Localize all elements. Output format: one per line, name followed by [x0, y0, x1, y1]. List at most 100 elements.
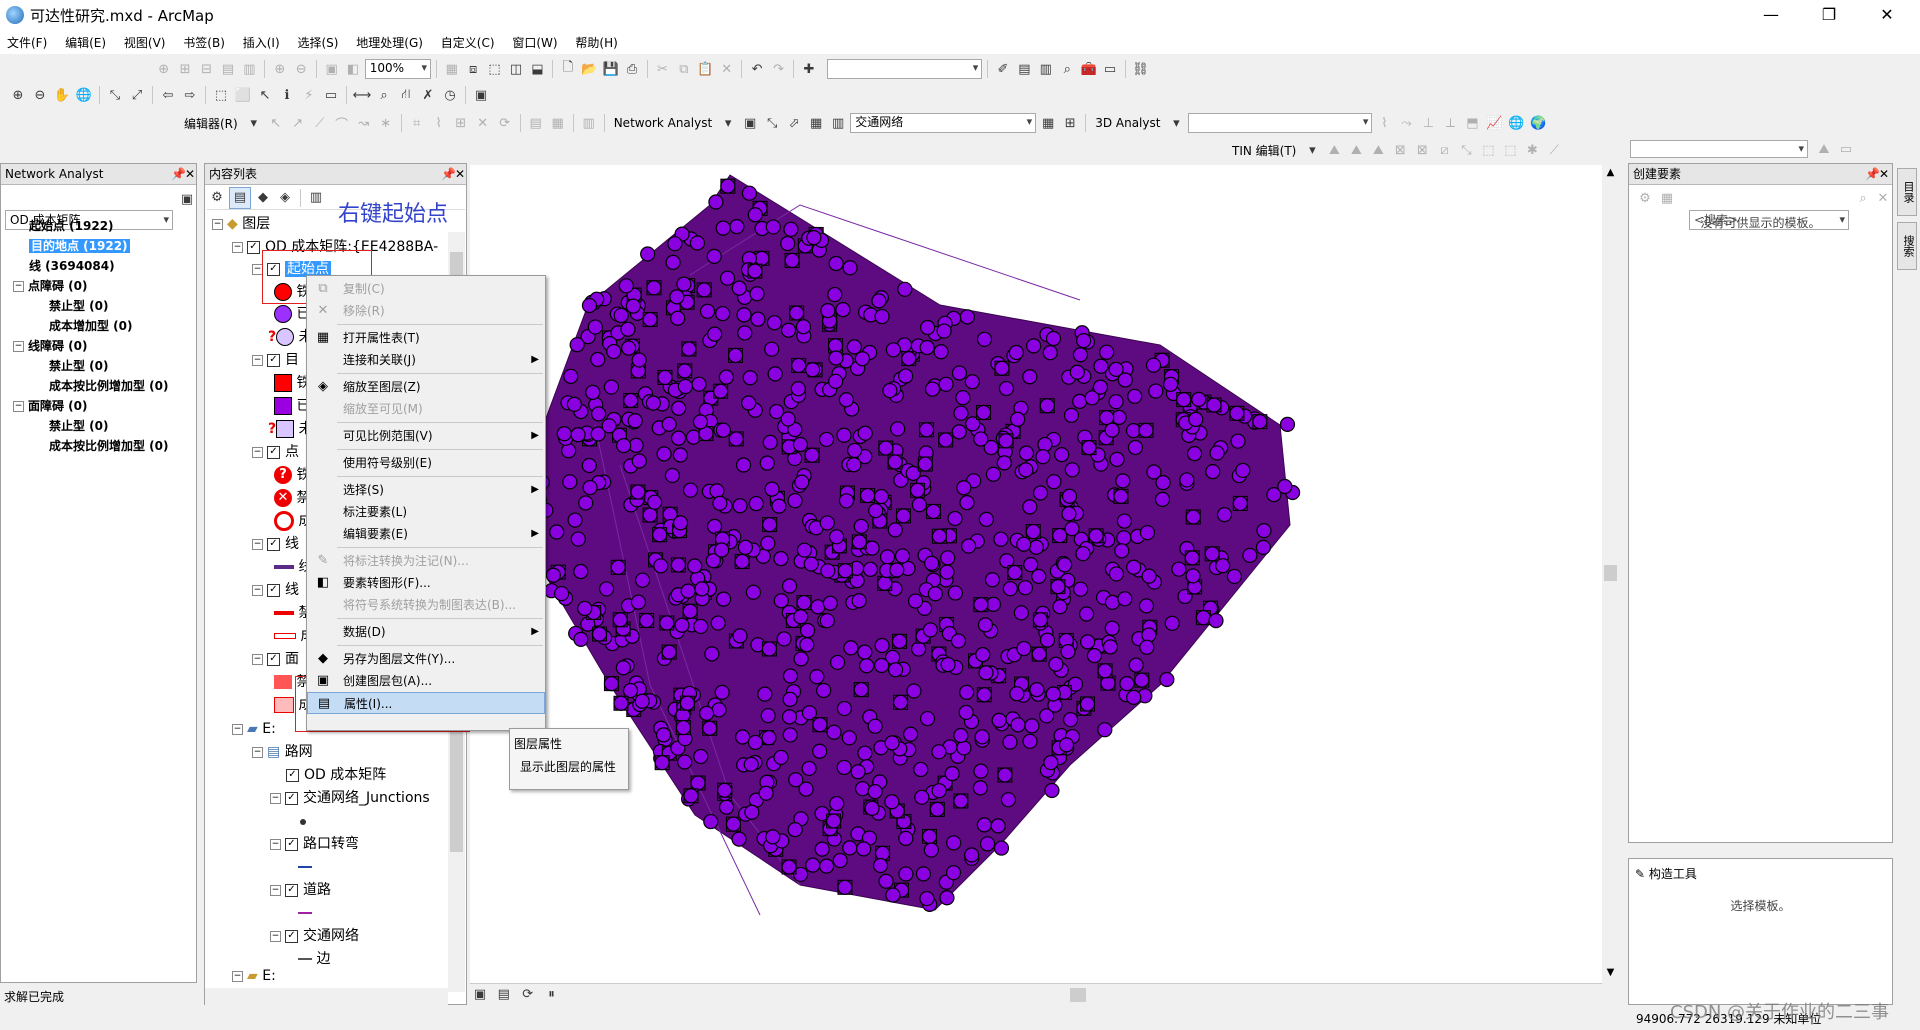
zoom-page-in-icon[interactable]: ⊕ — [270, 59, 289, 79]
menu-item-4[interactable]: 连接和关联(J) ▶ — [307, 349, 545, 371]
full-extent-icon[interactable]: 🌐 — [74, 85, 94, 105]
measure-icon[interactable]: ⟷ — [352, 85, 372, 105]
na-directions-icon[interactable]: ▥ — [828, 113, 848, 133]
html-popup-icon[interactable]: ▭ — [321, 85, 341, 105]
3d-dropdown-icon[interactable]: ▾ — [1166, 113, 1186, 133]
goto-xy-icon[interactable]: ✗ — [418, 85, 438, 105]
menu-item-11[interactable]: 编辑要素(E) ▶ — [307, 523, 545, 545]
tin-swap-icon[interactable]: ⧄ — [1434, 140, 1454, 160]
editor-menu[interactable]: 编辑器(R) — [180, 115, 242, 132]
na-item-scaled-cost[interactable]: 成本按比例增加型 (0) — [5, 376, 193, 396]
network-analyst-menu[interactable]: Network Analyst — [610, 116, 716, 130]
arcglobe-icon[interactable]: 🌍 — [1528, 113, 1548, 133]
catalog-window-icon[interactable]: ▥ — [1036, 59, 1055, 79]
menu-file[interactable]: 文件(F) — [0, 30, 54, 55]
paste-icon[interactable]: 📋 — [696, 59, 715, 79]
toc-child-roads[interactable]: − ✓ 道路 — [270, 879, 331, 901]
list-by-source-icon[interactable]: ▤ — [229, 186, 251, 209]
na-properties-icon[interactable]: ▣ — [177, 189, 197, 209]
python-window-icon[interactable]: ▭ — [1100, 59, 1119, 79]
menu-item-6[interactable]: 缩放至可见(M) — [307, 398, 545, 420]
refresh-icon[interactable]: ⟳ — [518, 984, 538, 1004]
edit-tool-icon[interactable]: ↖ — [266, 113, 286, 133]
fixed-zoom-out-icon[interactable]: ⤢ — [127, 85, 147, 105]
menu-item-2[interactable]: ✕ 移除(R) — [307, 300, 545, 322]
add-data-icon[interactable]: ✚ — [799, 59, 818, 79]
data-view-icon[interactable]: ▣ — [470, 984, 490, 1004]
menu-customize[interactable]: 自定义(C) — [434, 30, 502, 55]
pin-icon[interactable]: 📌 — [171, 164, 186, 184]
layout-icon[interactable]: ⊟ — [197, 59, 216, 79]
arctoolbox-icon[interactable]: 🧰 — [1079, 59, 1098, 79]
scroll-thumb[interactable] — [1604, 565, 1617, 581]
tin-delete2-icon[interactable]: ⊠ — [1412, 140, 1432, 160]
na-window-icon[interactable]: ▣ — [740, 113, 760, 133]
pan-icon[interactable]: ⊕ — [154, 59, 173, 79]
menu-item-3[interactable]: ▦ 打开属性表(T) — [307, 327, 545, 349]
menu-item-9[interactable]: 选择(S) ▶ — [307, 479, 545, 501]
menu-item-18[interactable]: ▤ 属性(I)... — [307, 692, 545, 714]
menu-item-10[interactable]: 标注要素(L) — [307, 501, 545, 523]
map-vertical-scrollbar[interactable]: ▲ ▼ — [1602, 165, 1619, 983]
point-icon[interactable]: ∗ — [376, 113, 396, 133]
data-driven-icon[interactable]: ◫ — [506, 59, 525, 79]
menu-windows[interactable]: 窗口(W) — [505, 30, 564, 55]
menu-item-5[interactable]: ◈ 缩放至图层(Z) — [307, 376, 545, 398]
toc-dataset-roads[interactable]: − ▤ 路网 — [252, 741, 313, 763]
toc-point-barriers-group[interactable]: − ✓ 点 — [252, 441, 299, 463]
clear-selection-icon[interactable]: ⬜ — [233, 85, 253, 105]
menu-help[interactable]: 帮助(H) — [568, 30, 624, 55]
menu-selection[interactable]: 选择(S) — [290, 30, 345, 55]
network-identify-icon[interactable]: ⊞ — [1060, 113, 1080, 133]
rotate-icon[interactable]: ⟳ — [495, 113, 515, 133]
split-icon[interactable]: ✕ — [473, 113, 493, 133]
menu-item-15[interactable]: 数据(D) ▶ — [307, 621, 545, 643]
cut-polygon-icon[interactable]: ⊞ — [451, 113, 471, 133]
na-close-icon[interactable]: ✕ — [185, 164, 195, 184]
filter-icon[interactable]: ▦ — [1657, 188, 1677, 208]
organize-templates-icon[interactable]: ⚙ — [1635, 188, 1655, 208]
toc-polygon-barriers-group[interactable]: − ✓ 面 — [252, 648, 299, 670]
interpolate-point-icon[interactable]: ⊥ — [1418, 113, 1438, 133]
menu-geoprocessing[interactable]: 地理处理(G) — [349, 30, 430, 55]
identify-icon[interactable]: ℹ — [277, 85, 297, 105]
edit-vertices-icon[interactable]: ⌗ — [407, 113, 427, 133]
copy-tool-icon[interactable]: ⧉ — [674, 59, 693, 79]
create-features-icon[interactable]: ▥ — [579, 113, 599, 133]
page2-icon[interactable]: ▥ — [240, 59, 259, 79]
toc-options-icon[interactable]: ▥ — [306, 188, 326, 208]
full-page-icon[interactable]: ▣ — [322, 59, 341, 79]
close-button[interactable]: ✕ — [1864, 0, 1910, 30]
menu-insert[interactable]: 插入(I) — [236, 30, 287, 55]
maximize-button[interactable]: ❐ — [1806, 0, 1852, 30]
find-route-icon[interactable]: ⛙ — [396, 85, 416, 105]
toc-child-turns[interactable]: − ✓ 路口转弯 — [270, 833, 359, 855]
back-extent-icon[interactable]: ◧ — [343, 59, 362, 79]
grid-icon[interactable]: ⊞ — [175, 59, 194, 79]
na-item-lines[interactable]: 线 (3694084) — [5, 256, 193, 276]
straight-segment-icon[interactable]: ⟋ — [310, 113, 330, 133]
scale-combo[interactable] — [826, 59, 983, 79]
zoom-page-out-icon[interactable]: ⊖ — [292, 59, 311, 79]
menu-view[interactable]: 视图(V) — [117, 30, 173, 55]
na-item-point-barriers[interactable]: − 点障碍 (0) — [5, 276, 193, 296]
na-item-restriction[interactable]: 禁止型 (0) — [5, 356, 193, 376]
toggle-draft-icon[interactable]: ▦ — [442, 59, 461, 79]
solve-icon[interactable]: ▦ — [806, 113, 826, 133]
toc-layers-root[interactable]: − ◆ 图层 — [212, 213, 270, 235]
menu-item-17[interactable]: ▣ 创建图层包(A)... — [307, 670, 545, 692]
collapse-icon[interactable]: − — [13, 281, 24, 292]
zoom-in-icon[interactable]: ⊕ — [8, 85, 28, 105]
fixed-zoom-in-icon[interactable]: ⤡ — [105, 85, 125, 105]
cf-close-icon[interactable]: ✕ — [1879, 164, 1889, 184]
modelbuilder-icon[interactable]: ⛓ — [1131, 59, 1150, 79]
print-icon[interactable]: ⎙ — [622, 59, 641, 79]
zoom-out-icon[interactable]: ⊖ — [30, 85, 50, 105]
collapse-icon[interactable]: − — [13, 401, 24, 412]
sketch-props-icon[interactable]: ▦ — [548, 113, 568, 133]
pin-icon[interactable]: 📌 — [441, 164, 456, 184]
tin-dropdown-icon[interactable]: ▾ — [1302, 140, 1322, 160]
tin-delete-icon[interactable]: ⊠ — [1390, 140, 1410, 160]
forward-icon[interactable]: ⇨ — [180, 85, 200, 105]
back-icon[interactable]: ⇦ — [158, 85, 178, 105]
